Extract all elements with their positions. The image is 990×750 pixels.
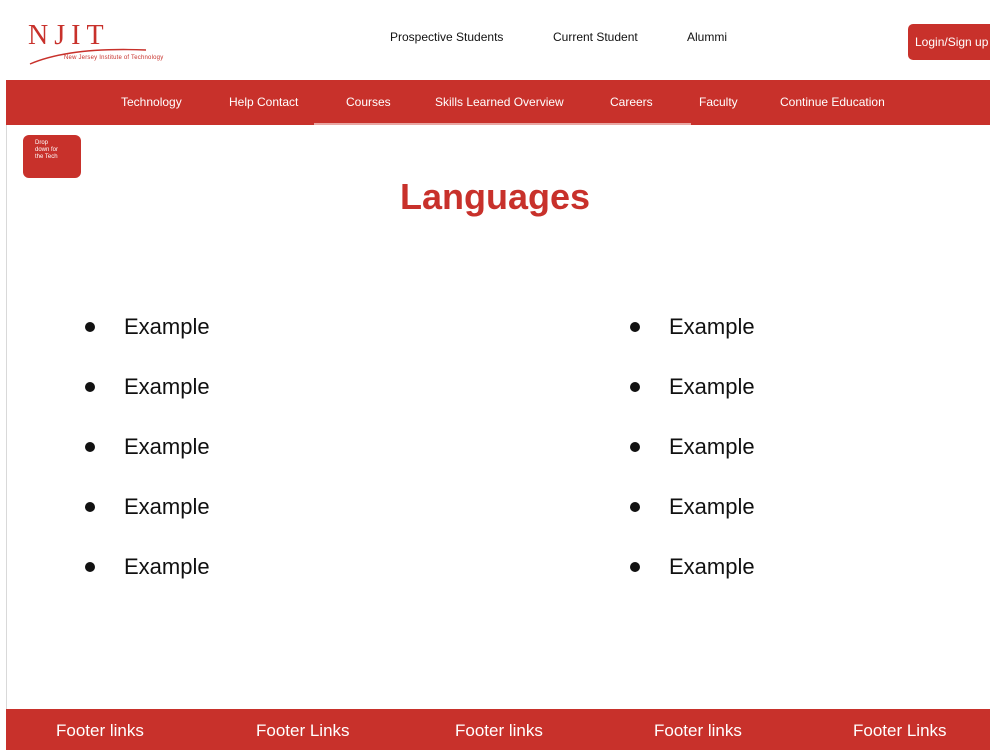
bullet-icon bbox=[630, 442, 640, 452]
nav-item-careers[interactable]: Careers bbox=[610, 95, 653, 109]
right-language-list: Example Example Example Example Example bbox=[625, 312, 755, 612]
list-item-label: Example bbox=[124, 374, 210, 399]
page-title: Languages bbox=[399, 176, 591, 217]
dropdown-line: the Tech bbox=[35, 154, 58, 160]
list-item-label: Example bbox=[124, 554, 210, 579]
bullet-icon bbox=[85, 322, 95, 332]
nav-item-technology[interactable]: Technology bbox=[121, 95, 182, 109]
list-item: Example bbox=[625, 492, 755, 552]
bullet-icon bbox=[85, 562, 95, 572]
njit-logo[interactable]: NJIT New Jersey Institute of Technology bbox=[28, 22, 178, 70]
list-item-label: Example bbox=[124, 314, 210, 339]
list-item-label: Example bbox=[124, 494, 210, 519]
link-prospective-students[interactable]: Prospective Students bbox=[390, 30, 503, 44]
list-item: Example bbox=[80, 492, 210, 552]
list-item: Example bbox=[625, 432, 755, 492]
list-item-label: Example bbox=[669, 434, 755, 459]
footer-link-1[interactable]: Footer links bbox=[56, 721, 144, 741]
footer-link-5[interactable]: Footer Links bbox=[853, 721, 947, 741]
list-item: Example bbox=[625, 552, 755, 612]
bullet-icon bbox=[85, 502, 95, 512]
bullet-icon bbox=[630, 562, 640, 572]
list-item-label: Example bbox=[669, 314, 755, 339]
page-footer: Footer links Footer Links Footer links F… bbox=[6, 709, 990, 750]
footer-link-3[interactable]: Footer links bbox=[455, 721, 543, 741]
bullet-icon bbox=[85, 382, 95, 392]
left-language-list: Example Example Example Example Example bbox=[80, 312, 210, 612]
nav-item-faculty[interactable]: Faculty bbox=[699, 95, 738, 109]
list-item: Example bbox=[80, 372, 210, 432]
nav-active-underline bbox=[314, 123, 691, 125]
link-alumni[interactable]: Alummi bbox=[687, 30, 727, 44]
list-item-label: Example bbox=[669, 374, 755, 399]
nav-item-continue-education[interactable]: Continue Education bbox=[780, 95, 885, 109]
dropdown-line: Drop bbox=[35, 140, 49, 146]
bullet-icon bbox=[85, 442, 95, 452]
list-item: Example bbox=[625, 312, 755, 372]
list-item-label: Example bbox=[124, 434, 210, 459]
list-item: Example bbox=[80, 312, 210, 372]
footer-link-2[interactable]: Footer Links bbox=[256, 721, 350, 741]
list-item: Example bbox=[80, 432, 210, 492]
list-item: Example bbox=[80, 552, 210, 612]
list-item-label: Example bbox=[669, 554, 755, 579]
list-item: Example bbox=[625, 372, 755, 432]
nav-item-help-contact[interactable]: Help Contact bbox=[229, 95, 298, 109]
tech-dropdown-button[interactable]: Drop down for the Tech bbox=[23, 135, 81, 178]
bullet-icon bbox=[630, 502, 640, 512]
main-nav: Technology Help Contact Courses Skills L… bbox=[6, 80, 990, 125]
footer-link-4[interactable]: Footer links bbox=[654, 721, 742, 741]
list-item-label: Example bbox=[669, 494, 755, 519]
bullet-icon bbox=[630, 322, 640, 332]
nav-item-courses[interactable]: Courses bbox=[346, 95, 391, 109]
top-header: NJIT New Jersey Institute of Technology … bbox=[0, 0, 990, 80]
bullet-icon bbox=[630, 382, 640, 392]
nav-item-skills-overview[interactable]: Skills Learned Overview bbox=[435, 95, 564, 109]
logo-tagline: New Jersey Institute of Technology bbox=[64, 55, 164, 61]
login-signup-button[interactable]: Login/Sign up bbox=[908, 24, 990, 60]
link-current-student[interactable]: Current Student bbox=[553, 30, 638, 44]
dropdown-line: down for bbox=[35, 147, 59, 153]
